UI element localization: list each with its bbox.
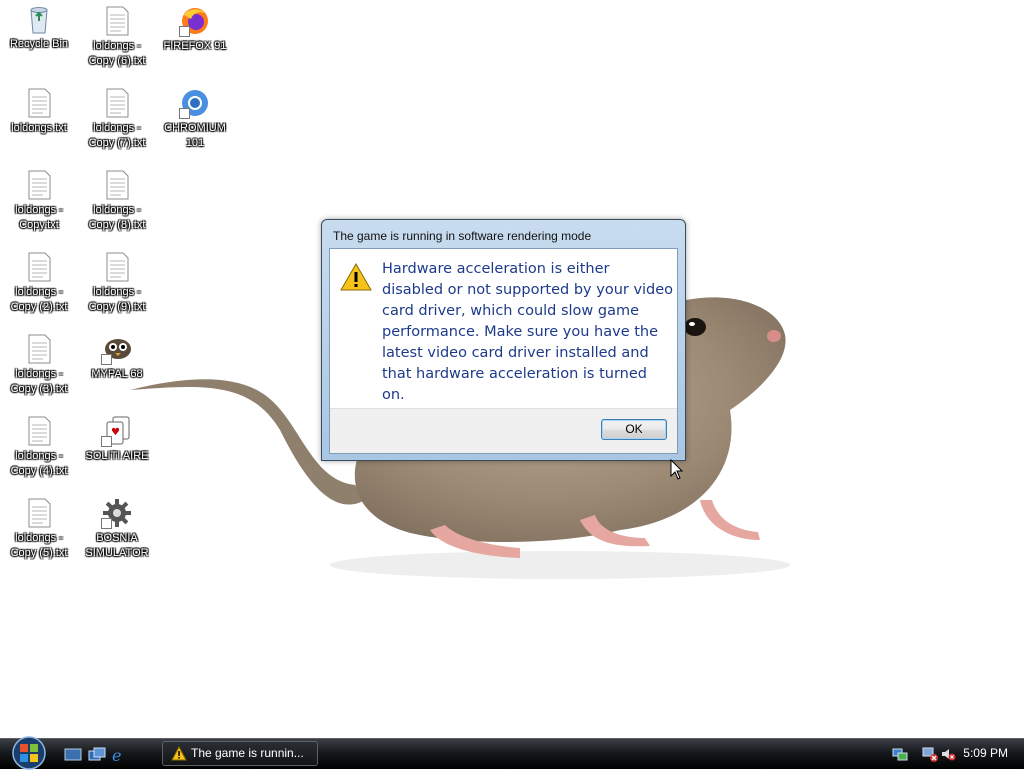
network-icon[interactable] [892,746,908,762]
desktop-icon-label: loldongs - Copy (2).txt [10,286,68,313]
desktop-icon-chromium-101[interactable]: CHROMIUM 101 [156,87,234,151]
desktop-icon-loldongs-copy-7-txt[interactable]: loldongs - Copy (7).txt [78,87,156,151]
desktop-icon-loldongs-copy-2-txt[interactable]: loldongs - Copy (2).txt [0,251,78,315]
desktop-icon-label: loldongs - Copy (6).txt [88,40,146,67]
message-dialog: The game is running in software renderin… [321,219,686,461]
desktop-icon-loldongs-copy-8-txt[interactable]: loldongs - Copy (8).txt [78,169,156,233]
text-file-icon [101,251,133,283]
clock[interactable]: 5:09 PM [963,746,1008,760]
shortcut-arrow-icon [101,436,112,447]
desktop-icon-label: loldongs - Copy (4).txt [10,450,68,477]
desktop-icon-label: loldongs - Copy.txt [15,204,63,231]
text-file-icon [23,251,55,283]
text-file-icon [101,5,133,37]
text-file-icon [23,497,55,529]
desktop-icon-label: loldongs - Copy (8).txt [88,204,146,231]
dialog-message: Hardware acceleration is either disabled… [382,261,674,403]
taskbar-window-button[interactable]: The game is runnin... [162,741,318,766]
text-file-icon [23,415,55,447]
desktop-icon-label: loldongs - Copy (9).txt [88,286,146,313]
taskbar-window-label: The game is runnin... [191,746,304,760]
switch-windows-icon[interactable] [88,747,106,762]
desktop-icon-bosnia-simulator[interactable]: BOSNIA SIMULATOR [78,497,156,561]
shortcut-arrow-icon [101,518,112,529]
internet-explorer-icon[interactable]: e [110,746,128,765]
desktop-icon-label: loldongs.txt [11,122,67,134]
shortcut-arrow-icon [179,108,190,119]
desktop-icon-loldongs-copy-6-txt[interactable]: loldongs - Copy (6).txt [78,5,156,69]
text-file-icon [23,87,55,119]
mouse-cursor-icon [670,459,684,480]
desktop-icon-recycle-bin[interactable]: Recycle Bin [0,3,78,52]
taskbar: e The game is runnin... 5:09 PM [0,735,1024,771]
desktop-icon-label: loldongs - Copy (3).txt [10,368,68,395]
desktop-icon-loldongs-copy-txt[interactable]: loldongs - Copy.txt [0,169,78,233]
warning-icon [340,262,372,291]
desktop-icon-label: loldongs - Copy (5).txt [10,532,68,559]
volume-muted-icon[interactable] [940,746,956,762]
text-file-icon [101,87,133,119]
mypal-icon [101,333,133,365]
desktop-icon-label: MYPAL 68 [91,368,143,380]
shortcut-arrow-icon [179,26,190,37]
text-file-icon [101,169,133,201]
desktop-icon-loldongs-copy-4-txt[interactable]: loldongs - Copy (4).txt [0,415,78,479]
desktop-icon-loldongs-copy-9-txt[interactable]: loldongs - Copy (9).txt [78,251,156,315]
desktop-icon-loldongs-copy-5-txt[interactable]: loldongs - Copy (5).txt [0,497,78,561]
solitaire-cards-icon: ♥ [101,415,133,447]
chromium-icon [179,87,211,119]
desktop-icon-mypal-68[interactable]: MYPAL 68 [78,333,156,382]
dialog-client-area: Hardware acceleration is either disabled… [329,248,678,454]
warning-icon [171,745,187,761]
svg-text:e: e [112,747,121,762]
text-file-icon [23,333,55,365]
desktop-icon-label: loldongs - Copy (7).txt [88,122,146,149]
desktop-icon-solitaire[interactable]: ♥ SOLITI AIRE [78,415,156,464]
ok-button[interactable]: OK [601,419,667,440]
desktop-icon-label: FIREFOX 91 [163,40,227,52]
text-file-icon [23,169,55,201]
show-desktop-icon[interactable] [64,747,82,762]
recycle-bin-icon [23,3,55,35]
desktop-icon-label: BOSNIA SIMULATOR [85,532,149,559]
dialog-title: The game is running in software renderin… [333,229,592,243]
network-disconnected-icon[interactable] [922,746,938,762]
desktop-icon-firefox-91[interactable]: FIREFOX 91 [156,5,234,54]
firefox-icon [179,5,211,37]
desktop-icon-label: CHROMIUM 101 [164,122,226,149]
system-tray: 5:09 PM [888,739,1024,769]
desktop-icon-label: SOLITI AIRE [85,450,149,462]
start-button[interactable] [8,735,50,771]
desktop-icon-label: Recycle Bin [9,38,69,50]
gear-icon [101,497,133,529]
desktop-icon-loldongs-copy-3-txt[interactable]: loldongs - Copy (3).txt [0,333,78,397]
shortcut-arrow-icon [101,354,112,365]
dialog-button-bar: OK [330,408,677,453]
svg-text:♥: ♥ [111,427,120,438]
desktop-icon-loldongs-txt[interactable]: loldongs.txt [0,87,78,136]
